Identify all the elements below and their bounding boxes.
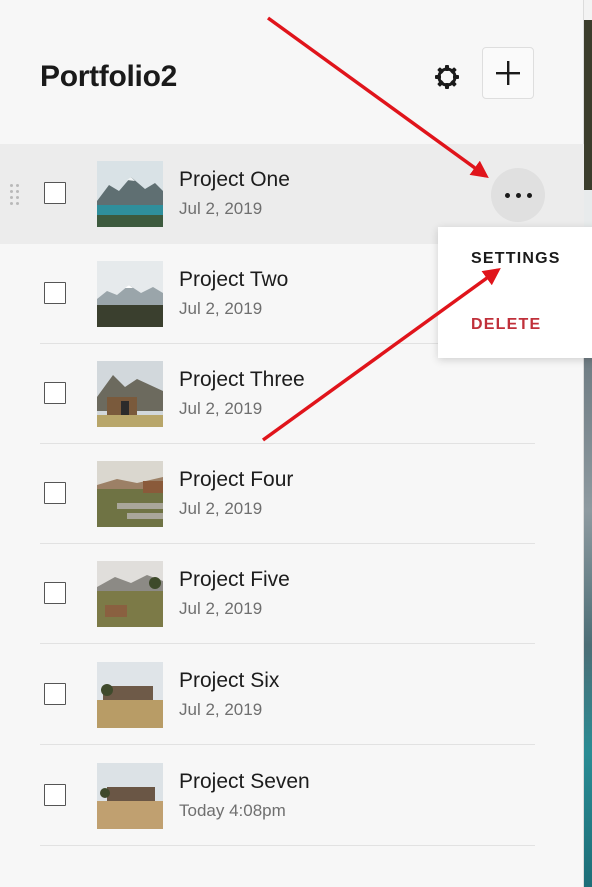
select-checkbox[interactable] [44,182,66,204]
thumbnail [97,461,163,527]
thumbnail [97,763,163,829]
project-date: Jul 2, 2019 [179,299,263,318]
page-title: Portfolio2 [40,60,177,93]
project-name: Project Seven [179,770,310,793]
project-name: Project Three [179,368,305,391]
more-options-button[interactable] [491,168,545,222]
settings-menu-item[interactable]: SETTINGS [471,250,561,268]
thumbnail [97,561,163,627]
delete-menu-item[interactable]: DELETE [471,316,541,334]
list-item[interactable]: Project Six Jul 2, 2019 [0,645,584,745]
add-page-button[interactable] [482,47,534,99]
select-checkbox[interactable] [44,784,66,806]
settings-button[interactable] [430,60,464,94]
list-item[interactable]: Project Three Jul 2, 2019 [0,344,584,444]
project-name: Project Six [179,669,280,692]
select-checkbox[interactable] [44,683,66,705]
project-name: Project Four [179,468,294,491]
list-item[interactable]: Project Seven Today 4:08pm [0,746,584,846]
project-date: Jul 2, 2019 [179,499,263,518]
project-date: Jul 2, 2019 [179,599,263,618]
project-name: Project Five [179,568,290,591]
plus-icon [496,61,520,85]
thumbnail [97,261,163,327]
gear-icon [435,65,459,89]
project-date: Jul 2, 2019 [179,700,263,719]
list-item[interactable]: Project Four Jul 2, 2019 [0,444,584,544]
row-divider [40,643,535,644]
project-date: Jul 2, 2019 [179,199,263,218]
project-name: Project One [179,168,290,191]
select-checkbox[interactable] [44,282,66,304]
select-checkbox[interactable] [44,482,66,504]
drag-handle-icon[interactable] [9,182,21,206]
more-horizontal-icon [504,192,510,198]
thumbnail [97,361,163,427]
project-date: Today 4:08pm [179,801,286,820]
thumbnail [97,662,163,728]
thumbnail [97,161,163,227]
project-date: Jul 2, 2019 [179,399,263,418]
select-checkbox[interactable] [44,382,66,404]
project-name: Project Two [179,268,289,291]
row-divider [40,845,535,846]
list-item[interactable]: Project Five Jul 2, 2019 [0,544,584,644]
select-checkbox[interactable] [44,582,66,604]
row-divider [40,744,535,745]
context-menu: SETTINGS DELETE [438,227,592,358]
site-preview-strip [584,0,592,887]
